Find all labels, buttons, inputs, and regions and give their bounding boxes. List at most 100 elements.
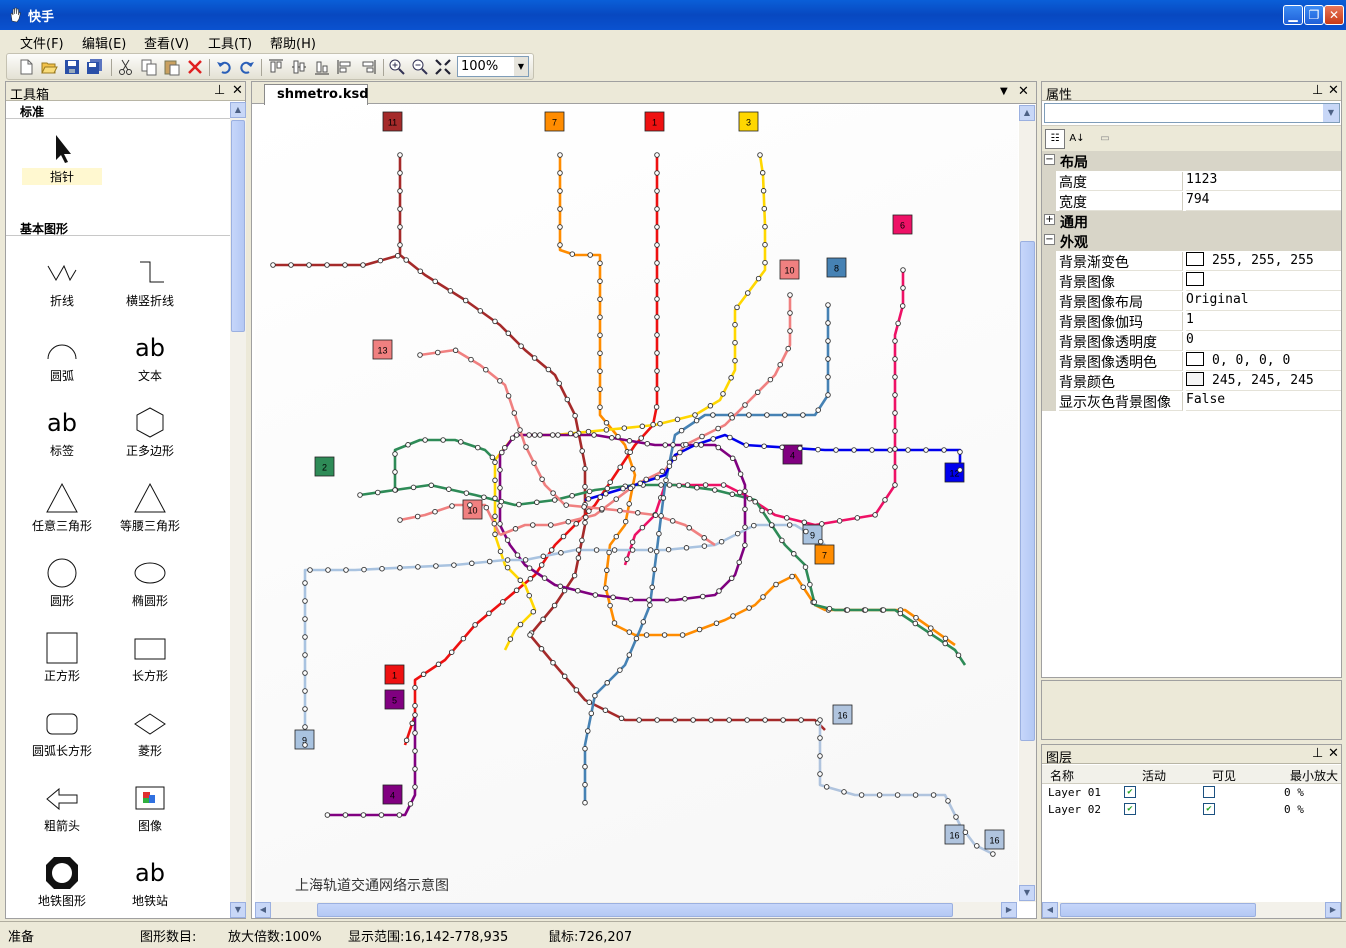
- metro-station[interactable]: [302, 652, 308, 658]
- metro-station[interactable]: [583, 514, 589, 521]
- metro-station[interactable]: [497, 548, 504, 555]
- metro-station[interactable]: [597, 314, 603, 320]
- metro-station[interactable]: [780, 717, 786, 723]
- metro-station[interactable]: [801, 519, 808, 526]
- metro-station[interactable]: [597, 494, 603, 500]
- metro-station[interactable]: [755, 275, 762, 282]
- metro-station[interactable]: [586, 488, 593, 495]
- metro-station[interactable]: [514, 552, 521, 558]
- metro-station[interactable]: [417, 268, 424, 274]
- metro-station[interactable]: [892, 374, 898, 380]
- chevron-right-icon[interactable]: ▶: [1325, 902, 1341, 918]
- metro-station[interactable]: [817, 771, 823, 777]
- metro-station[interactable]: [782, 412, 788, 418]
- metro-station[interactable]: [844, 607, 851, 613]
- metro-station[interactable]: [742, 542, 748, 548]
- section-standard[interactable]: 标准: [6, 102, 230, 119]
- close-icon[interactable]: ✕: [1328, 746, 1339, 761]
- metro-station[interactable]: [654, 152, 660, 158]
- metro-station[interactable]: [624, 556, 630, 562]
- metro-station[interactable]: [787, 292, 793, 298]
- metro-station[interactable]: [325, 567, 331, 573]
- metro-station[interactable]: [492, 459, 498, 466]
- metro-station[interactable]: [657, 420, 663, 427]
- metro-station[interactable]: [683, 545, 690, 551]
- metro-station[interactable]: [597, 260, 603, 266]
- metro-station[interactable]: [360, 262, 366, 268]
- metro-station[interactable]: [654, 278, 660, 284]
- metro-station[interactable]: [923, 447, 929, 453]
- metro-station[interactable]: [412, 784, 418, 790]
- metro-station[interactable]: [887, 447, 893, 453]
- metro-station[interactable]: [742, 506, 748, 512]
- metro-station[interactable]: [654, 350, 660, 356]
- scroll-thumb[interactable]: [1060, 903, 1256, 917]
- metro-station[interactable]: [582, 465, 588, 472]
- metro-station[interactable]: [787, 328, 793, 334]
- zoom-out-icon[interactable]: [411, 58, 429, 76]
- metro-station[interactable]: [513, 587, 520, 594]
- metro-station[interactable]: [825, 302, 831, 308]
- metro-station[interactable]: [802, 564, 809, 570]
- metro-station[interactable]: [679, 632, 686, 638]
- metro-station[interactable]: [517, 621, 524, 628]
- metro-station[interactable]: [957, 449, 963, 455]
- metro-station[interactable]: [397, 206, 403, 212]
- metro-station[interactable]: [882, 497, 888, 503]
- metro-station[interactable]: [621, 425, 628, 431]
- metro-station[interactable]: [581, 504, 587, 510]
- metro-station[interactable]: [538, 562, 545, 568]
- layer-row[interactable]: Layer 01 ✔ 0 %: [1042, 784, 1341, 801]
- metro-station[interactable]: [307, 567, 313, 573]
- metro-station[interactable]: [611, 547, 618, 553]
- metro-station[interactable]: [786, 522, 793, 528]
- metro-station[interactable]: [701, 535, 707, 541]
- metro-station[interactable]: [692, 412, 698, 418]
- metro-station[interactable]: [492, 513, 498, 520]
- layer-active-checkbox[interactable]: ✔: [1124, 803, 1136, 815]
- metro-station[interactable]: [560, 533, 567, 540]
- metro-station[interactable]: [432, 278, 438, 285]
- metro-station[interactable]: [826, 605, 833, 612]
- metro-station[interactable]: [708, 717, 714, 723]
- metro-station[interactable]: [412, 730, 418, 736]
- metro-station[interactable]: [573, 687, 580, 693]
- metro-station[interactable]: [726, 717, 732, 723]
- metro-station[interactable]: [892, 410, 898, 416]
- metro-station[interactable]: [659, 468, 666, 475]
- property-row[interactable]: 背景渐变色 255, 255, 255: [1042, 251, 1341, 271]
- metro-station[interactable]: [412, 712, 418, 718]
- metro-station[interactable]: [448, 649, 455, 655]
- metro-station[interactable]: [561, 587, 568, 594]
- metro-station[interactable]: [530, 608, 537, 615]
- metro-station[interactable]: [435, 349, 441, 356]
- metro-station[interactable]: [803, 528, 809, 535]
- metro-station[interactable]: [587, 252, 593, 258]
- metro-station[interactable]: [597, 386, 603, 392]
- metro-station[interactable]: [761, 443, 767, 449]
- metro-station[interactable]: [504, 537, 511, 543]
- pin-icon[interactable]: ⊥: [1312, 83, 1323, 98]
- metro-station[interactable]: [397, 517, 403, 523]
- metro-station[interactable]: [410, 484, 417, 491]
- metro-station[interactable]: [555, 432, 561, 438]
- metro-station[interactable]: [825, 338, 831, 344]
- metro-station[interactable]: [475, 444, 481, 451]
- metro-station[interactable]: [557, 583, 564, 590]
- metro-station[interactable]: [435, 661, 442, 668]
- metro-station[interactable]: [643, 476, 649, 483]
- metro-station[interactable]: [403, 737, 410, 744]
- metro-station[interactable]: [377, 257, 384, 264]
- metro-station[interactable]: [643, 632, 650, 638]
- metro-station[interactable]: [538, 646, 545, 652]
- metro-station[interactable]: [729, 455, 736, 462]
- metro-station[interactable]: [357, 492, 363, 498]
- metro-station[interactable]: [836, 518, 843, 524]
- metro-station[interactable]: [736, 559, 742, 566]
- metro-station[interactable]: [654, 206, 660, 212]
- save-all-icon[interactable]: [86, 58, 104, 76]
- metro-station[interactable]: [825, 392, 831, 398]
- metro-station[interactable]: [660, 495, 667, 501]
- metro-station[interactable]: [654, 224, 660, 230]
- metro-station[interactable]: [324, 262, 330, 268]
